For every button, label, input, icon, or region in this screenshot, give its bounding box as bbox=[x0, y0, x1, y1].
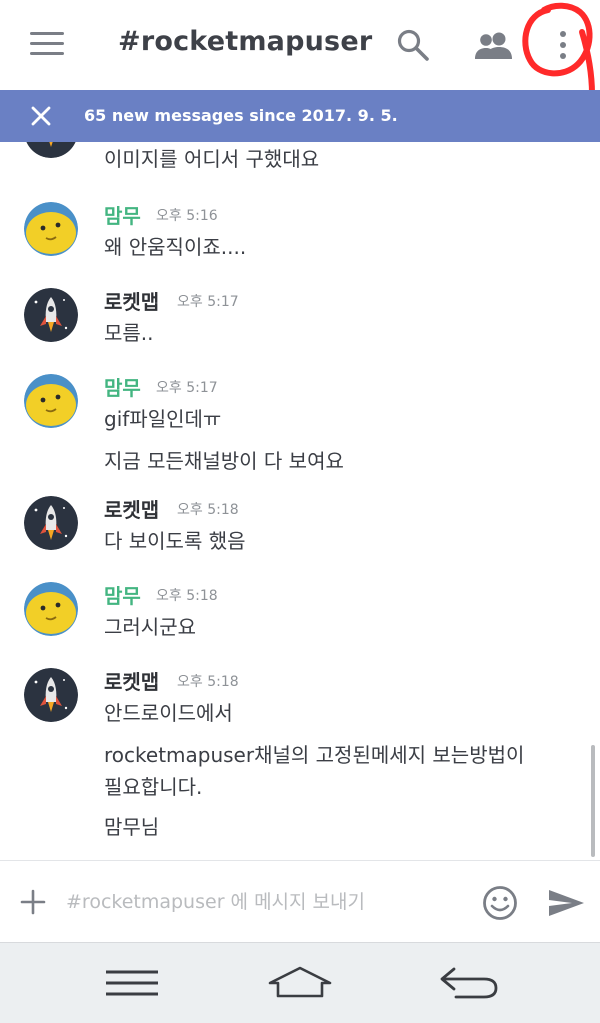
send-icon[interactable] bbox=[546, 887, 586, 919]
avatar-yellow[interactable] bbox=[24, 374, 78, 428]
message-text: 모름.. bbox=[104, 321, 154, 345]
top-bar: #rocketmapuser bbox=[0, 0, 600, 112]
avatar-yellow[interactable] bbox=[24, 582, 78, 636]
channel-title: #rocketmapuser bbox=[118, 26, 373, 57]
home-nav-icon[interactable] bbox=[266, 965, 334, 999]
message-text: 다 보이도록 했음 bbox=[104, 529, 246, 553]
menu-nav-icon[interactable] bbox=[104, 969, 160, 997]
hamburger-icon[interactable] bbox=[30, 32, 64, 56]
timestamp: 오후 5:17 bbox=[156, 380, 218, 396]
avatar-rocket[interactable] bbox=[24, 668, 78, 722]
members-icon[interactable] bbox=[472, 28, 516, 62]
new-messages-text: 65 new messages since 2017. 9. 5. bbox=[84, 106, 398, 125]
timestamp: 오후 5:17 bbox=[177, 294, 239, 310]
plus-icon[interactable] bbox=[20, 889, 46, 915]
timestamp: 오후 5:16 bbox=[156, 208, 218, 224]
message-text: 그러시군요 bbox=[104, 615, 196, 639]
back-nav-icon[interactable] bbox=[438, 965, 500, 1001]
timestamp: 오후 5:18 bbox=[177, 502, 239, 518]
message-text: 맘무님 bbox=[104, 815, 160, 839]
message-text: 안드로이드에서 bbox=[104, 701, 233, 725]
message-text: 지금 모든채널방이 다 보여요 bbox=[104, 449, 344, 473]
avatar-rocket[interactable] bbox=[24, 288, 78, 342]
message-text: 왜 안움직이죠.... bbox=[104, 235, 247, 259]
message-list[interactable]: 이미지를 어디서 구했대요 맘무 오후 5:16 왜 안움직이죠.... 로켓맵… bbox=[0, 142, 600, 860]
scrollbar[interactable] bbox=[591, 745, 595, 857]
avatar-rocket[interactable] bbox=[24, 496, 78, 550]
author-name[interactable]: 맘무 bbox=[104, 580, 141, 609]
message-text: gif파일인데ㅠ bbox=[104, 407, 222, 431]
author-name[interactable]: 로켓맵 bbox=[104, 666, 159, 695]
timestamp: 오후 5:18 bbox=[156, 588, 218, 604]
author-name[interactable]: 로켓맵 bbox=[104, 494, 159, 523]
message-text: rocketmapuser채널의 고정된메세지 보는방법이 bbox=[104, 743, 525, 767]
close-icon[interactable] bbox=[30, 105, 52, 127]
kebab-icon[interactable] bbox=[553, 28, 573, 62]
message-text: 이미지를 어디서 구했대요 bbox=[104, 147, 320, 171]
message-input[interactable] bbox=[66, 885, 466, 919]
author-name[interactable]: 맘무 bbox=[104, 200, 141, 229]
author-name[interactable]: 로켓맵 bbox=[104, 286, 159, 315]
search-icon[interactable] bbox=[396, 28, 430, 62]
emoji-icon[interactable] bbox=[482, 885, 518, 921]
system-nav-bar bbox=[0, 942, 600, 1023]
new-messages-banner[interactable]: 65 new messages since 2017. 9. 5. bbox=[0, 90, 600, 142]
avatar-yellow[interactable] bbox=[24, 202, 78, 256]
author-name[interactable]: 맘무 bbox=[104, 372, 141, 401]
message-composer bbox=[0, 860, 600, 943]
avatar-rocket[interactable] bbox=[24, 142, 78, 158]
message-text: 필요합니다. bbox=[104, 775, 203, 799]
timestamp: 오후 5:18 bbox=[177, 674, 239, 690]
